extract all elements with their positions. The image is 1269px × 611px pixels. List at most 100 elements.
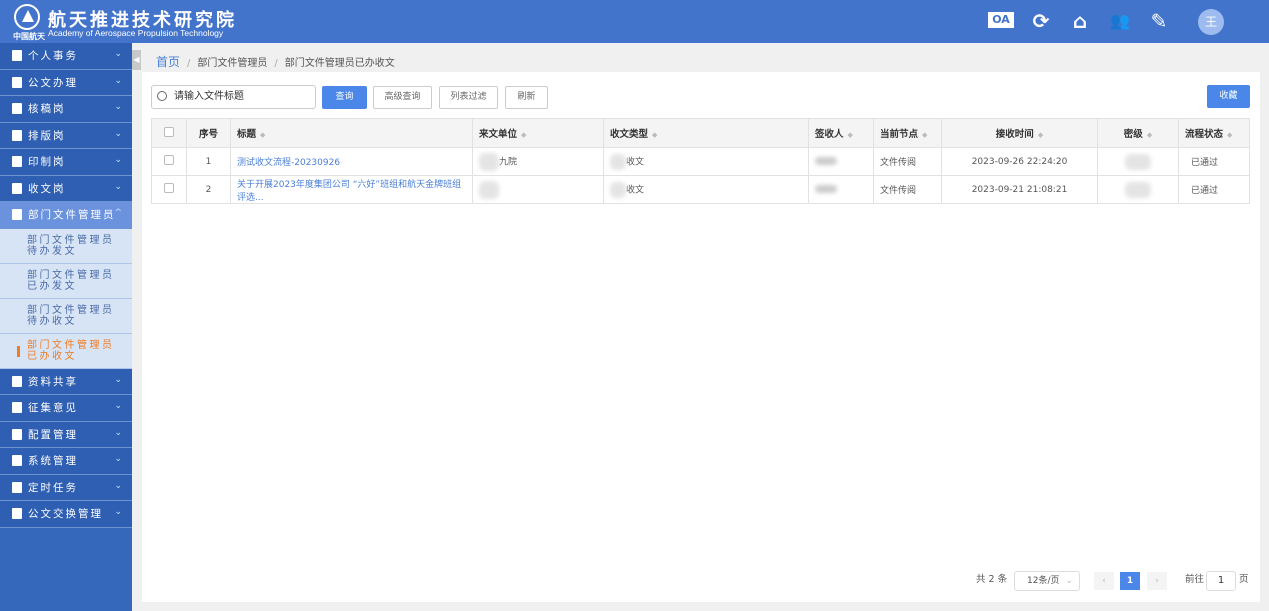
chevron-down-icon: ⌄ xyxy=(1065,576,1073,586)
breadcrumb-item[interactable]: 部门文件管理员 xyxy=(197,58,267,69)
search-placeholder: 请输入文件标题 xyxy=(174,91,244,102)
row-signer xyxy=(808,175,874,204)
calendar-icon xyxy=(12,428,22,440)
goto-page-input[interactable]: 1 xyxy=(1206,571,1236,591)
sort-icon: ◆ xyxy=(1037,131,1044,139)
row-checkbox[interactable] xyxy=(164,183,174,193)
row-unit: 九院 xyxy=(472,147,604,176)
subitem-line1: 部门文件管理员 xyxy=(27,339,115,351)
row-node: 文件传阅 xyxy=(873,175,942,204)
sidebar-item[interactable]: 定时任务 ⌄ xyxy=(0,474,132,501)
page-suffix: 页 xyxy=(1239,574,1249,585)
avatar[interactable]: 王 xyxy=(1198,9,1224,35)
row-title-link[interactable]: 测试收文流程-20230926 xyxy=(237,158,340,168)
document-icon xyxy=(12,50,22,62)
logo-icon xyxy=(14,4,40,30)
subitem-line2: 待办发文 xyxy=(27,246,77,257)
document-icon xyxy=(12,103,22,115)
chevron-down-icon: ⌄ xyxy=(114,128,124,139)
chevron-up-icon: ^ xyxy=(114,208,124,218)
document-icon xyxy=(12,156,22,168)
sidebar-item[interactable]: 排版岗 ⌄ xyxy=(0,122,132,149)
sidebar-item[interactable]: 部门文件管理员 ^ xyxy=(0,202,132,229)
sidebar-subitem[interactable]: 部门文件管理员 已办收文 xyxy=(0,333,132,369)
chevron-down-icon: ⌄ xyxy=(114,181,124,192)
list-filter-button[interactable]: 列表过滤 xyxy=(439,86,498,109)
sidebar-item-label: 排版岗 xyxy=(28,129,66,142)
document-icon xyxy=(12,182,22,194)
select-all-checkbox[interactable] xyxy=(164,126,174,137)
sidebar-subitem[interactable]: 部门文件管理员 待办收文 xyxy=(0,298,132,334)
document-icon xyxy=(12,402,22,414)
page-size-select[interactable]: 12条/页 ⌄ xyxy=(1014,571,1080,591)
refresh-icon[interactable]: ⟳ xyxy=(1029,10,1053,32)
col-no: 序号 xyxy=(186,118,231,148)
sidebar-item-label: 征集意见 xyxy=(28,402,78,415)
chevron-down-icon: ⌄ xyxy=(114,155,124,165)
top-header: 中国航天 航天推进技术研究院 Academy of Aerospace Prop… xyxy=(0,0,1269,43)
sidebar-subitem[interactable]: 部门文件管理员 已办发文 xyxy=(0,263,132,299)
sidebar-item[interactable]: 印制岗 ⌄ xyxy=(0,149,132,176)
subitem-line2: 待办收文 xyxy=(27,316,77,327)
table-row[interactable]: 1 测试收文流程-20230926 九院 收文 文件传阅 2023-09-26 … xyxy=(151,147,1250,176)
total-count: 共 2 条 xyxy=(976,574,1008,585)
row-type: 收文 xyxy=(603,175,809,204)
sidebar-item[interactable]: 资料共享 ⌄ xyxy=(0,368,132,395)
oa-icon[interactable]: OA xyxy=(988,12,1014,28)
sort-icon: ◆ xyxy=(652,131,658,139)
subitem-line1: 部门文件管理员 xyxy=(27,304,115,316)
col-unit[interactable]: 来文单位 ◆ xyxy=(472,118,604,148)
col-title[interactable]: 标题 ◆ xyxy=(230,118,473,148)
col-type[interactable]: 收文类型 ◆ xyxy=(603,118,809,148)
breadcrumb-home[interactable]: 首页 xyxy=(156,55,180,69)
search-input[interactable]: 请输入文件标题 xyxy=(151,85,316,109)
sidebar-item-label: 公文办理 xyxy=(28,76,78,89)
row-type: 收文 xyxy=(603,147,809,176)
row-checkbox[interactable] xyxy=(164,155,174,165)
favorite-button[interactable]: 收藏 xyxy=(1207,85,1250,108)
sidebar-item-label: 收文岗 xyxy=(28,182,66,195)
sidebar-item[interactable]: 配置管理 ⌄ xyxy=(0,421,132,448)
sidebar-item[interactable]: 个人事务 ⌄ xyxy=(0,43,132,70)
prev-page-button[interactable]: ‹ xyxy=(1094,572,1114,590)
col-signer[interactable]: 签收人 ◆ xyxy=(808,118,874,148)
row-title-link[interactable]: 关于开展2023年度集团公司 “六好”班组和航天金牌班组评选... xyxy=(237,180,461,203)
query-button[interactable]: 查询 xyxy=(322,86,367,109)
goto-label: 前往 xyxy=(1185,574,1205,585)
col-secret[interactable]: 密级 ◆ xyxy=(1097,118,1179,148)
sidebar: 个人事务 ⌄ 公文办理 ⌄ 核稿岗 ⌄ 排版岗 ⌄ 印制岗 ⌄ 收文岗 ⌄ 部门文件管理员 ^ 部门文件管理… xyxy=(0,43,132,611)
chevron-down-icon: ⌄ xyxy=(114,102,124,112)
row-secret xyxy=(1097,147,1179,176)
col-node[interactable]: 当前节点 ◆ xyxy=(873,118,942,148)
advanced-query-button[interactable]: 高级查询 xyxy=(373,86,432,109)
chevron-down-icon: ⌄ xyxy=(114,454,124,464)
sidebar-item[interactable]: 系统管理 ⌄ xyxy=(0,448,132,475)
sidebar-item[interactable]: 公文交换管理 ⌄ xyxy=(0,501,132,528)
breadcrumb: 首页 / 部门文件管理员 / 部门文件管理员已办收文 xyxy=(156,55,395,69)
chevron-down-icon: ⌄ xyxy=(114,401,124,411)
row-time: 2023-09-21 21:08:21 xyxy=(941,175,1098,204)
chevron-down-icon: ⌄ xyxy=(114,75,124,86)
sidebar-item[interactable]: 收文岗 ⌄ xyxy=(0,175,132,202)
col-time[interactable]: 接收时间 ◆ xyxy=(941,118,1098,148)
home-icon[interactable]: ⌂ xyxy=(1068,10,1092,32)
sidebar-item-label: 印制岗 xyxy=(28,156,66,169)
row-no: 2 xyxy=(186,175,231,204)
page-1-button[interactable]: 1 xyxy=(1120,572,1140,590)
row-secret xyxy=(1097,175,1179,204)
sidebar-item[interactable]: 征集意见 ⌄ xyxy=(0,395,132,422)
edit-icon[interactable]: ✎ xyxy=(1147,10,1171,32)
sidebar-item-label: 定时任务 xyxy=(28,481,78,494)
sidebar-item[interactable]: 公文办理 ⌄ xyxy=(0,69,132,96)
next-page-button[interactable]: › xyxy=(1147,572,1167,590)
sort-icon: ◆ xyxy=(922,131,928,139)
sidebar-item[interactable]: 核稿岗 ⌄ xyxy=(0,96,132,123)
row-signer xyxy=(808,147,874,176)
users-icon[interactable]: 👥 xyxy=(1108,10,1132,32)
table-row[interactable]: 2 关于开展2023年度集团公司 “六好”班组和航天金牌班组评选... 收文 文… xyxy=(151,175,1250,204)
col-status[interactable]: 流程状态 ◆ xyxy=(1178,118,1250,148)
chevron-down-icon: ⌄ xyxy=(114,427,124,438)
sidebar-subitem[interactable]: 部门文件管理员 待办发文 xyxy=(0,228,132,264)
collapse-sidebar-button[interactable]: ◀ xyxy=(132,50,141,70)
refresh-button[interactable]: 刷新 xyxy=(505,86,548,109)
